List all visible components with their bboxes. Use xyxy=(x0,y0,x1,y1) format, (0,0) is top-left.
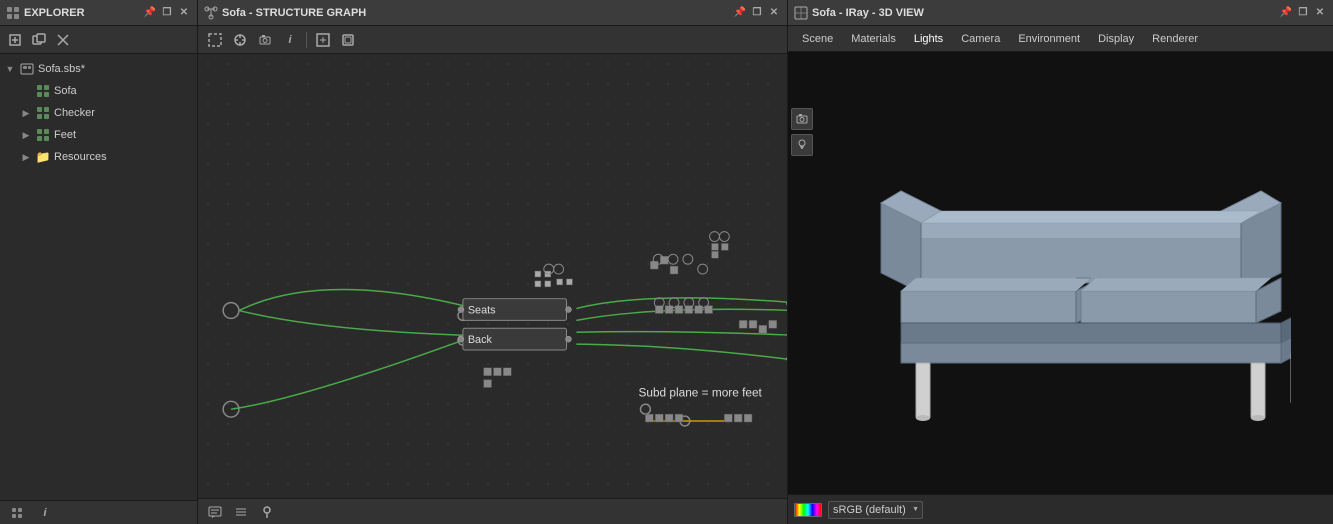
view3d-sidebar xyxy=(788,104,816,160)
explorer-statusbar: i xyxy=(0,500,197,524)
tree-label-sofa-sbs: Sofa.sbs* xyxy=(38,63,85,75)
graph-toolbar: i xyxy=(198,26,787,54)
view3d-light-icon-btn[interactable] xyxy=(791,134,813,156)
explorer-pin-btn[interactable]: 📌 xyxy=(143,6,157,20)
view3d-pin-btn[interactable]: 📌 xyxy=(1279,6,1293,20)
view3d-camera-icon-btn[interactable] xyxy=(791,108,813,130)
explorer-panel: EXPLORER 📌 ❐ ✕ ▼ Sofa.sbs* xyxy=(0,0,198,524)
graph-panel-icon xyxy=(204,6,218,20)
tree-icon-resources: 📁 xyxy=(35,149,51,165)
explorer-duplicate-btn[interactable] xyxy=(28,29,50,51)
graph-title-left: Sofa - STRUCTURE GRAPH xyxy=(204,6,366,20)
color-swatch xyxy=(794,503,822,517)
sofa-3d-render xyxy=(831,83,1291,463)
tree-item-checker[interactable]: ▶ Checker xyxy=(0,102,197,124)
tree-label-resources: Resources xyxy=(54,151,107,163)
graph-canvas[interactable]: Seats Back Mat_Fabric Mat_Feet Subd plan… xyxy=(198,54,787,498)
explorer-close-btn[interactable]: ✕ xyxy=(177,6,191,20)
menu-scene[interactable]: Scene xyxy=(794,31,841,47)
graph-title: Sofa - STRUCTURE GRAPH xyxy=(222,7,366,19)
tree-label-feet: Feet xyxy=(54,129,76,141)
svg-text:Subd plane = more feet: Subd plane = more feet xyxy=(639,385,763,399)
graph-info-btn[interactable]: i xyxy=(279,29,301,51)
color-profile-select-wrapper: sRGB (default) xyxy=(828,501,923,519)
tree-icon-feet xyxy=(35,127,51,143)
view3d-title: Sofa - IRay - 3D VIEW xyxy=(812,7,924,19)
graph-secondary-toolbar xyxy=(198,498,787,524)
tree-expand-sofa xyxy=(20,85,32,97)
menu-renderer[interactable]: Renderer xyxy=(1144,31,1206,47)
tree-label-checker: Checker xyxy=(54,107,95,119)
view3d-titlebar: Sofa - IRay - 3D VIEW 📌 ❐ ✕ xyxy=(788,0,1333,26)
explorer-title: EXPLORER xyxy=(24,7,85,19)
tree-expand-sofa-sbs[interactable]: ▼ xyxy=(4,63,16,75)
structure-graph-panel: Sofa - STRUCTURE GRAPH 📌 ❐ ✕ i xyxy=(198,0,788,524)
view3d-maximize-btn[interactable]: ❐ xyxy=(1296,6,1310,20)
menu-camera[interactable]: Camera xyxy=(953,31,1008,47)
explorer-toolbar xyxy=(0,26,197,54)
view3d-panel-icon xyxy=(794,6,808,20)
graph-close-btn[interactable]: ✕ xyxy=(767,6,781,20)
graph-fit-btn[interactable] xyxy=(312,29,334,51)
graph-svg: Seats Back Mat_Fabric Mat_Feet Subd plan… xyxy=(198,54,787,498)
view3d-close-btn[interactable]: ✕ xyxy=(1313,6,1327,20)
tree-icon-checker xyxy=(35,105,51,121)
graph-pan-btn[interactable] xyxy=(229,29,251,51)
sofa-render-area xyxy=(788,52,1333,494)
view3d-statusbar: sRGB (default) xyxy=(788,494,1333,524)
tree-icon-sofa-sbs xyxy=(19,61,35,77)
explorer-icon xyxy=(6,6,20,20)
explorer-status-info-btn[interactable]: i xyxy=(34,502,56,524)
menu-lights[interactable]: Lights xyxy=(906,31,951,47)
graph-frame-btn[interactable] xyxy=(337,29,359,51)
tree-item-resources[interactable]: ▶ 📁 Resources xyxy=(0,146,197,168)
view3d-title-left: Sofa - IRay - 3D VIEW xyxy=(794,6,924,20)
tree-expand-feet[interactable]: ▶ xyxy=(20,129,32,141)
tree-expand-resources[interactable]: ▶ xyxy=(20,151,32,163)
graph-maximize-btn[interactable]: ❐ xyxy=(750,6,764,20)
view3d-menubar: Scene Materials Lights Camera Environmen… xyxy=(788,26,1333,52)
tree-icon-sofa xyxy=(35,83,51,99)
graph-select-btn[interactable] xyxy=(204,29,226,51)
explorer-maximize-btn[interactable]: ❐ xyxy=(160,6,174,20)
graph-separator-1 xyxy=(306,32,307,48)
graph-titlebar-icons: 📌 ❐ ✕ xyxy=(733,6,781,20)
graph-pin-btn[interactable]: 📌 xyxy=(733,6,747,20)
explorer-titlebar-icons: 📌 ❐ ✕ xyxy=(143,6,191,20)
tree-label-sofa: Sofa xyxy=(54,85,77,97)
tree-item-feet[interactable]: ▶ Feet xyxy=(0,124,197,146)
menu-environment[interactable]: Environment xyxy=(1010,31,1088,47)
menu-materials[interactable]: Materials xyxy=(843,31,904,47)
graph-comment-btn[interactable] xyxy=(204,501,226,523)
menu-display[interactable]: Display xyxy=(1090,31,1142,47)
explorer-delete-btn[interactable] xyxy=(52,29,74,51)
explorer-titlebar: EXPLORER 📌 ❐ ✕ xyxy=(0,0,197,26)
tree-item-sofa-sbs[interactable]: ▼ Sofa.sbs* xyxy=(0,58,197,80)
explorer-new-btn[interactable] xyxy=(4,29,26,51)
graph-camera-btn[interactable] xyxy=(254,29,276,51)
color-profile-select[interactable]: sRGB (default) xyxy=(828,501,923,519)
explorer-tree: ▼ Sofa.sbs* Sofa ▶ Checker ▶ xyxy=(0,54,197,500)
tree-expand-checker[interactable]: ▶ xyxy=(20,107,32,119)
view3d-titlebar-icons: 📌 ❐ ✕ xyxy=(1279,6,1327,20)
explorer-title-left: EXPLORER xyxy=(6,6,85,20)
graph-align-btn[interactable] xyxy=(230,501,252,523)
graph-titlebar: Sofa - STRUCTURE GRAPH 📌 ❐ ✕ xyxy=(198,0,787,26)
svg-text:Back: Back xyxy=(468,334,493,346)
svg-text:Seats: Seats xyxy=(468,304,496,316)
explorer-status-add-btn[interactable] xyxy=(6,502,28,524)
view3d-content xyxy=(788,52,1333,494)
tree-item-sofa[interactable]: Sofa xyxy=(0,80,197,102)
view3d-panel: Sofa - IRay - 3D VIEW 📌 ❐ ✕ Scene Materi… xyxy=(788,0,1333,524)
graph-pin-node-btn[interactable] xyxy=(256,501,278,523)
